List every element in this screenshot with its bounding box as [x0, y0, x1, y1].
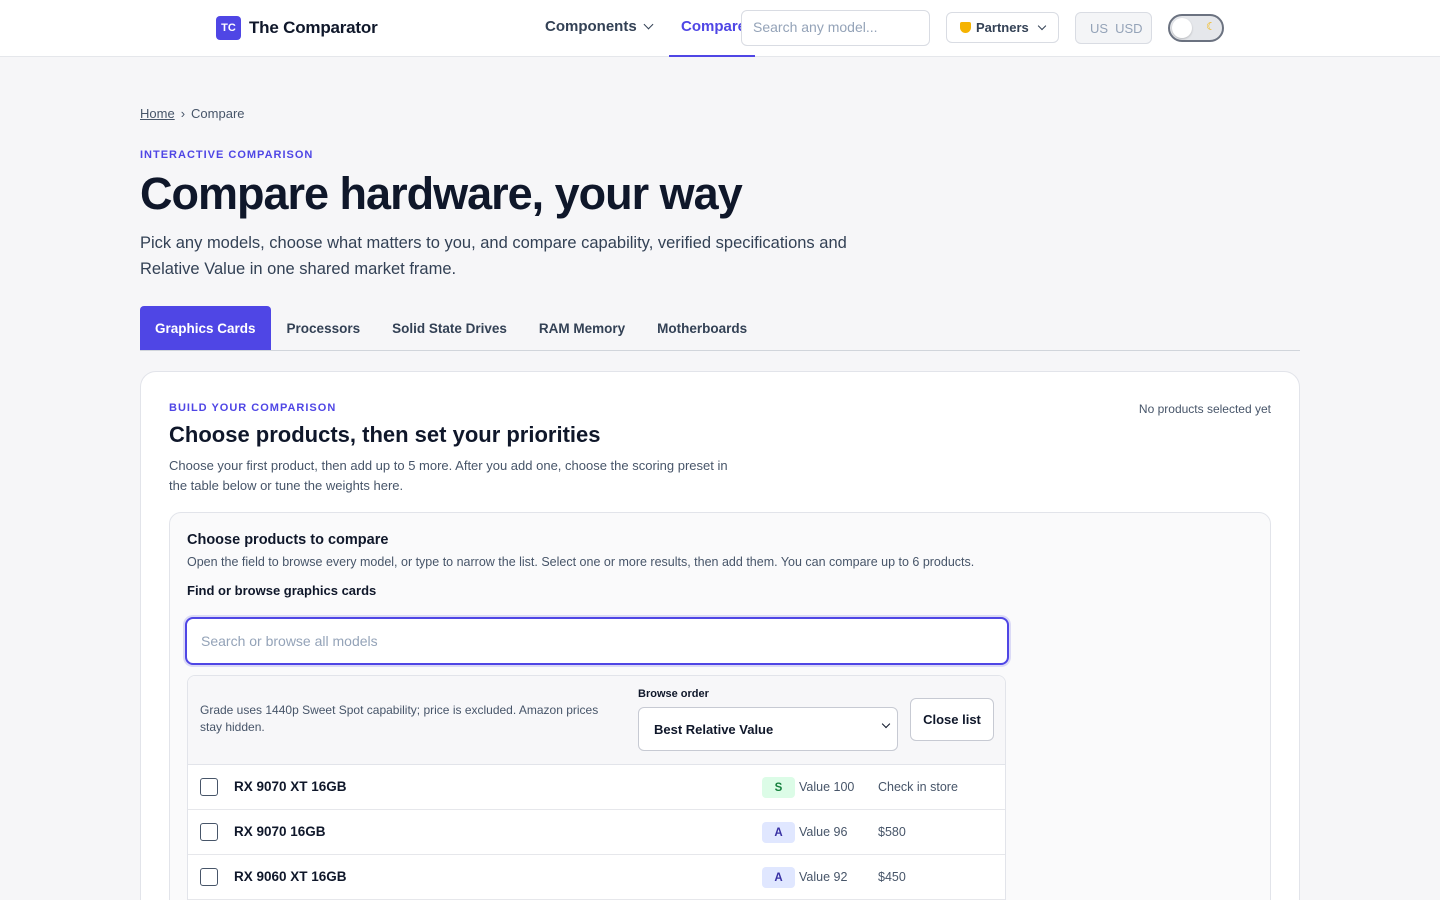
- results-list-header: Grade uses 1440p Sweet Spot capability; …: [188, 676, 1005, 765]
- site-logo-text[interactable]: The Comparator: [249, 18, 378, 38]
- breadcrumb: Home › Compare: [140, 106, 245, 121]
- partner-badge-icon: [960, 22, 971, 33]
- moon-icon: ☾: [1206, 21, 1216, 33]
- breadcrumb-home-link[interactable]: Home: [140, 106, 175, 121]
- browse-order-value: Best Relative Value: [654, 721, 774, 737]
- value-score: Value 92: [799, 870, 848, 884]
- theme-toggle[interactable]: ☾: [1168, 14, 1224, 42]
- builder-description: Choose your first product, then add up t…: [169, 458, 728, 493]
- price-text: Check in store: [878, 780, 958, 794]
- tab-graphics-cards[interactable]: Graphics Cards: [140, 306, 271, 350]
- page-title: Compare hardware, your way: [140, 168, 743, 219]
- builder-title: Choose products, then set your prioritie…: [169, 422, 601, 447]
- breadcrumb-separator: ›: [180, 106, 186, 121]
- comparison-builder-card: BUILD YOUR COMPARISON Choose products, t…: [140, 371, 1300, 900]
- model-search-input[interactable]: Search or browse all models: [185, 617, 1009, 665]
- result-name: RX 9070 16GB: [234, 824, 326, 839]
- result-checkbox[interactable]: [200, 868, 218, 886]
- value-score: Value 96: [799, 825, 848, 839]
- global-search-input[interactable]: Search any model...: [741, 10, 930, 46]
- nav-components-menu[interactable]: Components: [545, 18, 654, 35]
- result-name: RX 9060 XT 16GB: [234, 869, 347, 884]
- tab-ram-memory[interactable]: RAM Memory: [523, 306, 641, 350]
- result-name: RX 9070 XT 16GB: [234, 779, 347, 794]
- category-tabs: Graphics Cards Processors Solid State Dr…: [140, 306, 1300, 351]
- grade-note: Grade uses 1440p Sweet Spot capability; …: [200, 703, 599, 734]
- result-row[interactable]: RX 9070 16GB A Value 96 $580: [188, 810, 1005, 855]
- price-text: $580: [878, 825, 906, 839]
- model-search-label: Find or browse graphics cards: [187, 583, 377, 598]
- nav-components-label: Components: [545, 18, 637, 35]
- browse-order-select[interactable]: Best Relative Value: [638, 707, 898, 751]
- partners-label: Partners: [976, 20, 1029, 35]
- page-subtitle: Pick any models, choose what matters to …: [140, 234, 847, 278]
- close-list-button[interactable]: Close list: [910, 698, 994, 741]
- logo-mark[interactable]: TC: [216, 16, 241, 40]
- value-score: Value 100: [799, 780, 855, 794]
- result-checkbox[interactable]: [200, 778, 218, 796]
- grade-badge: S: [762, 777, 795, 798]
- tab-processors[interactable]: Processors: [271, 306, 377, 350]
- chevron-down-icon: [881, 719, 891, 729]
- result-checkbox[interactable]: [200, 823, 218, 841]
- price-text: $450: [878, 870, 906, 884]
- chevron-down-icon: [643, 19, 654, 30]
- builder-eyebrow: BUILD YOUR COMPARISON: [169, 402, 337, 414]
- tab-solid-state-drives[interactable]: Solid State Drives: [376, 306, 523, 350]
- model-results-list: Grade uses 1440p Sweet Spot capability; …: [187, 675, 1006, 900]
- result-row[interactable]: RX 9060 XT 16GB A Value 92 $450: [188, 855, 1005, 900]
- browse-order-label: Browse order: [638, 688, 709, 700]
- chevron-down-icon: [1037, 21, 1046, 30]
- product-picker-panel: Choose products to compare Open the fiel…: [169, 512, 1271, 900]
- tab-motherboards[interactable]: Motherboards: [641, 306, 763, 350]
- currency-code: USD: [1115, 20, 1143, 36]
- picker-description: Open the field to browse every model, or…: [187, 555, 975, 569]
- result-row[interactable]: RX 9070 XT 16GB S Value 100 Check in sto…: [188, 765, 1005, 810]
- top-navigation: TC The Comparator Components Compare Sea…: [0, 0, 1440, 57]
- grade-badge: A: [762, 867, 795, 888]
- nav-compare-label: Compare: [681, 18, 747, 35]
- grade-badge: A: [762, 822, 795, 843]
- toggle-knob: [1172, 18, 1192, 38]
- currency-country: US: [1090, 20, 1109, 36]
- breadcrumb-current: Compare: [191, 106, 245, 121]
- selection-status: No products selected yet: [1138, 402, 1271, 416]
- currency-selector[interactable]: US USD: [1075, 12, 1152, 44]
- hero-eyebrow: INTERACTIVE COMPARISON: [140, 149, 314, 161]
- picker-title: Choose products to compare: [187, 532, 389, 548]
- partners-menu-button[interactable]: Partners: [946, 12, 1059, 43]
